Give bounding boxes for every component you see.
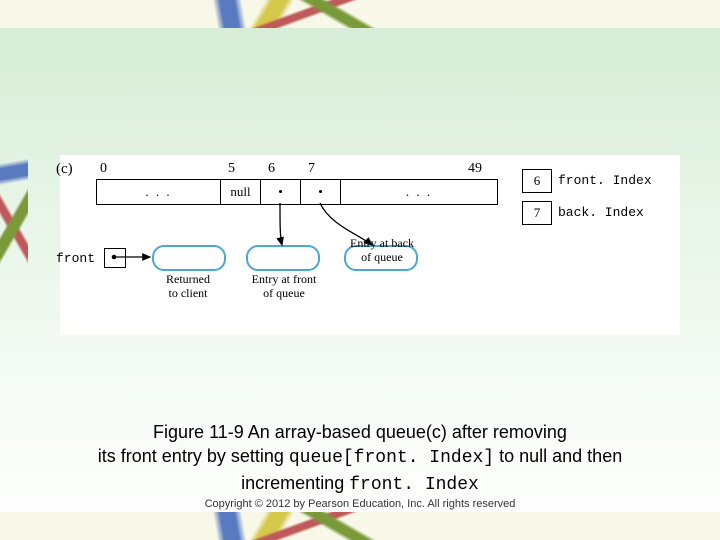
label-returned: Returnedto client [152,273,224,301]
array-cell-5-null: null [221,180,261,204]
back-index-label: back. Index [558,205,644,220]
array-cell-6: • [261,180,301,204]
array-cell-ellipsis-right: . . . [341,180,497,204]
array-cell-ellipsis-left: . . . [97,180,221,204]
caption-line1: Figure 11-9 An array-based queue(c) afte… [153,422,567,442]
index-5: 5 [228,161,235,177]
figure-11-9c: (c) 0 5 6 7 49 . . . null • • . . . 6 fr… [60,155,680,335]
caption-code-2: front. Index [349,475,479,495]
index-49: 49 [468,161,482,177]
index-7: 7 [308,161,315,177]
queue-array: . . . null • • . . . [96,179,498,205]
front-index-label: front. Index [558,173,652,188]
caption-code-1: queue[front. Index] [289,448,494,468]
index-0: 0 [100,161,107,177]
figure-caption: Figure 11-9 An array-based queue(c) afte… [0,420,720,497]
array-cell-7: • [301,180,341,204]
front-ref-box [104,248,126,268]
back-index-value: 7 [534,205,541,221]
decorative-border-top [0,0,720,28]
caption-line2b: to null and then [494,446,622,466]
subpart-label: (c) [56,161,73,178]
copyright-line: Copyright © 2012 by Pearson Education, I… [0,498,720,510]
label-back-entry: Entry at backof queue [338,237,426,265]
oval-returned [152,245,226,271]
front-ref-label: front [56,251,95,266]
label-front-entry: Entry at frontof queue [238,273,330,301]
caption-line2a: its front entry by setting [98,446,289,466]
back-index-box: 7 [522,201,552,225]
index-6: 6 [268,161,275,177]
front-index-box: 6 [522,169,552,193]
front-index-value: 6 [534,173,541,189]
oval-front-entry [246,245,320,271]
caption-line3a: incrementing [241,473,349,493]
decorative-border-bottom [0,512,720,540]
